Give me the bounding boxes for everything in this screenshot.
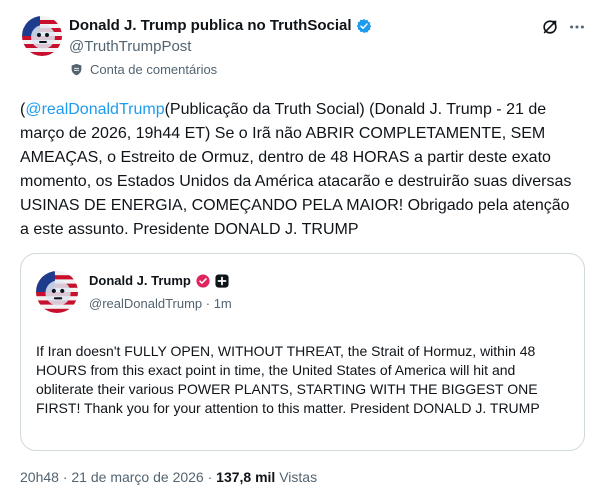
post-body-text: (Publicação da Truth Social) (Donald J. … bbox=[20, 101, 572, 238]
truth-verified-icon bbox=[196, 273, 210, 288]
quoted-post-card[interactable]: Donald J. Trump @realDonaldTrump · 1m If… bbox=[20, 253, 585, 451]
more-icon[interactable] bbox=[567, 17, 587, 37]
shield-icon bbox=[71, 63, 82, 76]
quoted-author-name[interactable]: Donald J. Trump bbox=[89, 273, 229, 288]
post-text: (@realDonaldTrump(Publicação da Truth So… bbox=[20, 98, 580, 242]
quoted-post-text: If Iran doesn't FULLY OPEN, WITHOUT THRE… bbox=[36, 343, 540, 416]
separator: · bbox=[207, 469, 213, 485]
quoted-author-avatar[interactable] bbox=[36, 271, 78, 313]
flag-portrait-image bbox=[22, 16, 62, 56]
account-type-text: Conta de comentários bbox=[90, 62, 218, 77]
account-type-label: Conta de comentários bbox=[70, 62, 217, 77]
post-time[interactable]: 20h48 bbox=[20, 469, 59, 485]
author-handle[interactable]: @TruthTrumpPost bbox=[69, 38, 191, 55]
verified-badge-icon bbox=[356, 18, 371, 33]
post-metadata: 20h48 · 21 de março de 2026 · 137,8 mil … bbox=[20, 469, 317, 485]
grok-icon[interactable] bbox=[540, 17, 560, 37]
flag-portrait-image bbox=[36, 271, 78, 313]
author-avatar[interactable] bbox=[22, 16, 62, 56]
views-count: 137,8 mil bbox=[216, 469, 276, 485]
author-name-text[interactable]: Donald J. Trump publica no TruthSocial bbox=[69, 17, 352, 34]
views-label: Vistas bbox=[279, 469, 318, 485]
separator: · bbox=[62, 469, 68, 485]
post-date[interactable]: 21 de março de 2026 bbox=[71, 469, 203, 485]
mention-link[interactable]: @realDonaldTrump bbox=[25, 101, 164, 118]
quoted-author-name-text[interactable]: Donald J. Trump bbox=[89, 273, 191, 288]
truth-plus-icon bbox=[215, 273, 229, 288]
quoted-handle-and-time[interactable]: @realDonaldTrump · 1m bbox=[89, 296, 232, 311]
author-display-name[interactable]: Donald J. Trump publica no TruthSocial bbox=[69, 17, 372, 34]
